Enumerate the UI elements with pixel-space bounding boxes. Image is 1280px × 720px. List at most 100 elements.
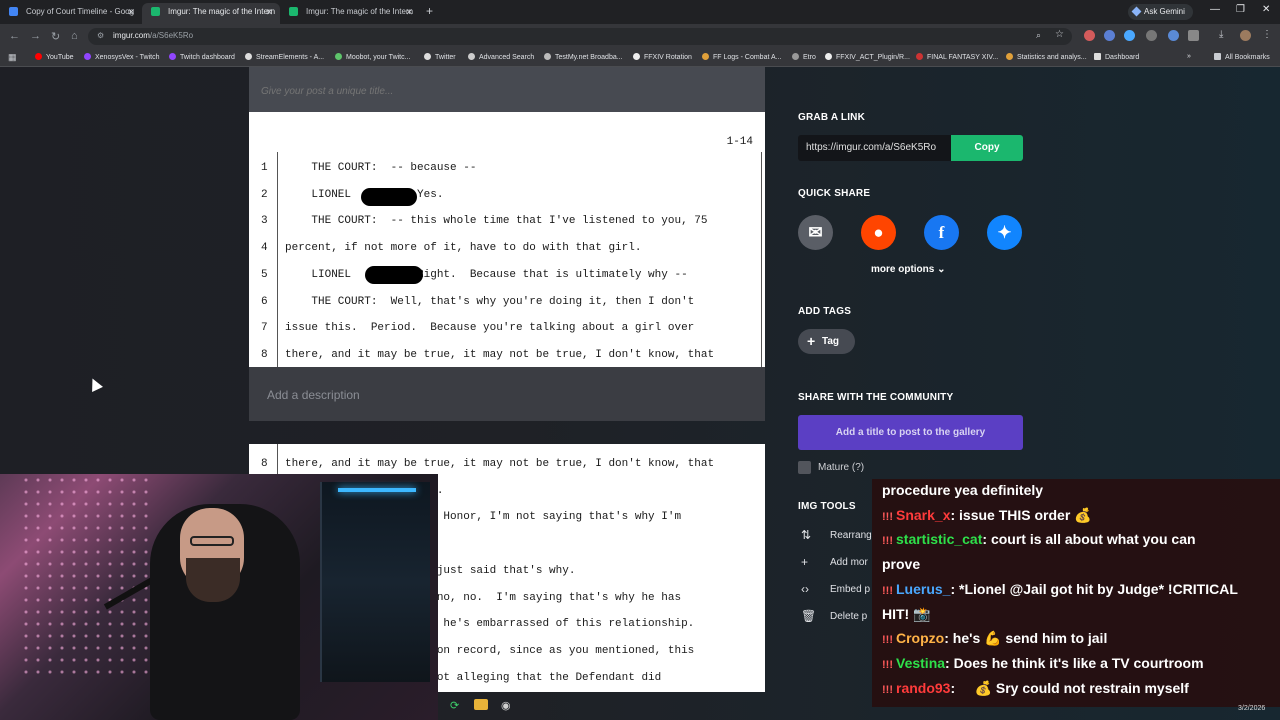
download-icon[interactable]: ⤓: [1219, 29, 1223, 40]
zoom-icon[interactable]: ⌕: [1036, 30, 1041, 41]
bookmark-streamelements[interactable]: StreamElements - A...: [245, 53, 324, 61]
gemini-icon: [1131, 6, 1142, 17]
obs-icon[interactable]: ◉: [501, 699, 511, 712]
ask-gemini-button[interactable]: Ask Gemini: [1128, 4, 1193, 20]
reload-icon[interactable]: ↻: [51, 30, 60, 43]
share-link-field[interactable]: https://imgur.com/a/S6eK5Ro: [798, 135, 951, 161]
twitch-icon: [84, 53, 91, 60]
folder-icon: [1214, 53, 1221, 60]
close-icon[interactable]: ✕: [405, 3, 413, 21]
trash-icon[interactable]: 🗑: [801, 609, 816, 623]
embed-tool[interactable]: Embed p: [830, 584, 870, 595]
app-icon[interactable]: ⟳: [450, 699, 459, 712]
email-share-icon[interactable]: ✉: [798, 215, 833, 250]
chat-text: procedure yea definitely: [882, 482, 1044, 498]
new-tab-icon[interactable]: +: [426, 4, 433, 18]
bookmark-ffxiv-rotation[interactable]: FFXIV Rotation: [633, 53, 692, 61]
forward-icon[interactable]: →: [30, 30, 41, 42]
transcript-line: percent, if not more of it, have to do w…: [285, 242, 642, 255]
bookmark-label: Moobot, your Twitc...: [346, 54, 411, 61]
bookmark-label: YouTube: [46, 54, 74, 61]
extension-icon[interactable]: [1104, 30, 1115, 41]
add-tags-heading: ADD TAGS: [798, 306, 852, 317]
home-icon[interactable]: ⌂: [71, 30, 78, 42]
delete-tool[interactable]: Delete p: [830, 611, 867, 622]
chat-message: prove: [882, 556, 920, 572]
folder-icon[interactable]: [474, 699, 488, 710]
maximize-icon[interactable]: ❐: [1236, 4, 1245, 15]
line-number: 1: [261, 162, 268, 174]
transcript-image-1: 1-14 1 THE COURT: -- because -- 2 LIONEL …: [249, 112, 765, 367]
bookmark-moobot[interactable]: Moobot, your Twitc...: [335, 53, 410, 61]
stats-icon: [1006, 53, 1013, 60]
bookmark-xenosysvex[interactable]: XenosysVex - Twitch: [84, 53, 159, 61]
chat-text: : issue THIS order 💰: [950, 506, 1092, 523]
post-title-input[interactable]: [261, 86, 741, 97]
site-info-icon[interactable]: ⚙: [97, 31, 104, 40]
redaction-mark: [365, 266, 423, 284]
chat-text: : *Lionel @Jail got hit by Judge* !CRITI…: [950, 580, 1238, 597]
chat-username: Luerus_: [896, 580, 951, 597]
bookmark-testmy[interactable]: TestMy.net Broadba...: [544, 53, 623, 61]
moobot-icon: [335, 53, 342, 60]
apps-icon[interactable]: ▦: [8, 52, 17, 63]
bookmark-etro[interactable]: Etro: [792, 53, 816, 61]
chevron-down-icon: ⌄: [937, 264, 946, 275]
menu-icon[interactable]: ⋮: [1262, 29, 1272, 40]
extensions-icon[interactable]: [1188, 30, 1199, 41]
bookmark-label: Twitter: [435, 54, 456, 61]
avatar[interactable]: [1240, 30, 1251, 41]
close-icon[interactable]: ✕: [127, 3, 135, 21]
search-icon: [468, 53, 475, 60]
extension-icon[interactable]: [1146, 30, 1157, 41]
tab-imgur-active[interactable]: Imgur: The magic of the Intern ✕: [142, 3, 280, 24]
tab-label: Imgur: The magic of the Intern: [168, 7, 276, 16]
bookmark-star-icon[interactable]: ☆: [1055, 29, 1064, 40]
rearrange-icon[interactable]: ⇅: [801, 528, 811, 542]
reddit-share-icon[interactable]: ●: [861, 215, 896, 250]
bookmark-advanced-search[interactable]: Advanced Search: [468, 53, 534, 61]
bookmark-fflogs[interactable]: FF Logs - Combat A...: [702, 53, 781, 61]
bluesky-share-icon[interactable]: ✦: [987, 215, 1022, 250]
extension-icon[interactable]: [1084, 30, 1095, 41]
add-tag-button[interactable]: + Tag: [798, 329, 855, 354]
bookmark-label: StreamElements - A...: [256, 54, 325, 61]
add-more-tool[interactable]: Add mor: [830, 557, 868, 568]
back-icon[interactable]: ←: [9, 30, 20, 42]
mature-checkbox[interactable]: [798, 461, 811, 474]
copy-button[interactable]: Copy: [951, 135, 1023, 161]
transcript-line: THE COURT: -- this whole time that I've …: [285, 215, 708, 228]
code-icon[interactable]: ‹›: [801, 582, 809, 596]
post-to-gallery-button[interactable]: Add a title to post to the gallery: [798, 415, 1023, 450]
minimize-icon[interactable]: —: [1210, 4, 1220, 15]
chat-text: : court is all about what you can: [982, 531, 1196, 548]
imgur-icon: [151, 7, 160, 16]
bookmark-youtube[interactable]: YouTube: [35, 53, 74, 61]
extension-icon[interactable]: [1168, 30, 1179, 41]
community-heading: SHARE WITH THE COMMUNITY: [798, 392, 954, 403]
bookmark-dashboard[interactable]: Dashboard: [1094, 53, 1139, 61]
bookmark-twitter[interactable]: Twitter: [424, 53, 456, 61]
bookmark-act-plugin[interactable]: FFXIV_ACT_Plugin/R...: [825, 53, 910, 61]
bookmark-ffxiv[interactable]: FINAL FANTASY XIV...: [916, 53, 998, 61]
description-input[interactable]: Add a description: [267, 388, 360, 402]
bookmark-label: Etro: [803, 54, 816, 61]
window-close-icon[interactable]: ✕: [1262, 4, 1270, 15]
bookmarks-overflow-icon[interactable]: »: [1187, 53, 1191, 60]
plus-icon[interactable]: +: [801, 555, 808, 569]
address-bar[interactable]: [88, 28, 1072, 45]
all-bookmarks[interactable]: All Bookmarks: [1214, 53, 1270, 61]
bookmark-twitch-dashboard[interactable]: Twitch dashboard: [169, 53, 235, 61]
tab-court-timeline[interactable]: Copy of Court Timeline - Goog ✕: [0, 3, 142, 24]
line-number: 5: [261, 268, 268, 281]
rearrange-tool[interactable]: Rearrang: [830, 530, 872, 541]
more-options-button[interactable]: more options ⌄: [871, 264, 946, 275]
url-text[interactable]: imgur.com/a/S6eK5Ro: [113, 31, 193, 40]
close-icon[interactable]: ✕: [265, 3, 273, 21]
webcam-overlay: [0, 474, 438, 720]
extension-icon[interactable]: [1124, 30, 1135, 41]
facebook-share-icon[interactable]: f: [924, 215, 959, 250]
transcript-line: issue this. Period. Because you're talki…: [285, 322, 695, 335]
tab-imgur[interactable]: Imgur: The magic of the Intern ✕: [280, 3, 420, 24]
bookmark-statistics[interactable]: Statistics and analys...: [1006, 53, 1087, 61]
